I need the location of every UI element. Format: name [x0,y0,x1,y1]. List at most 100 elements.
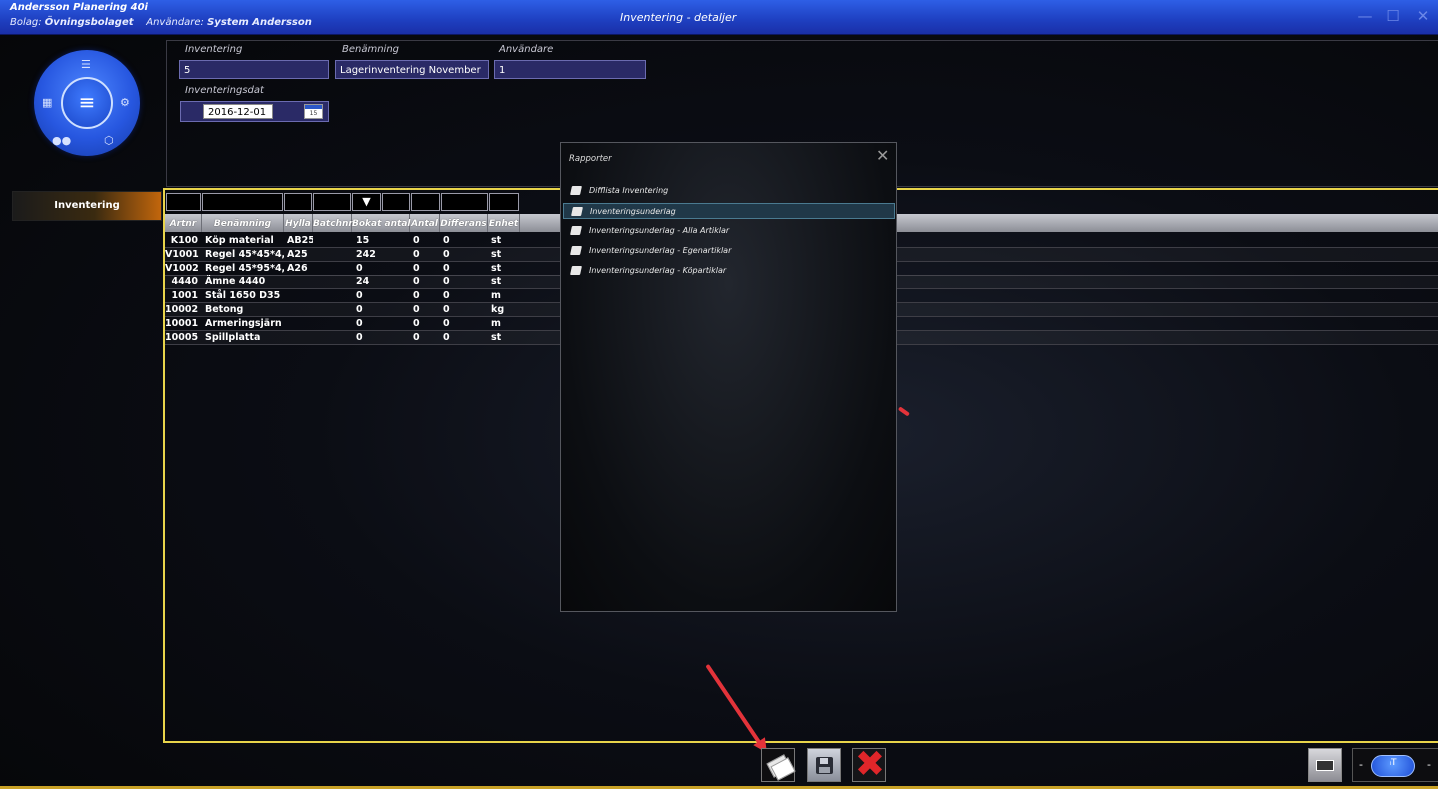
table-cell: st [491,248,502,260]
filter-artnr[interactable] [166,193,201,211]
zoom-minus[interactable]: - [1359,758,1363,771]
table-cell: st [491,235,502,246]
filter-bokat[interactable] [382,193,410,211]
filter-batchnr[interactable] [313,193,351,211]
table-cell [284,275,313,288]
report-item-label: Inventeringsunderlag [590,207,676,216]
table-cell [313,234,352,247]
filter-differans[interactable] [441,193,488,211]
table-cell: 10002 [165,304,199,315]
zoom-slider-handle[interactable]: ᵢT [1371,755,1415,777]
table-cell: K100 [170,235,198,246]
filter-antal[interactable] [411,193,440,211]
table-cell: 0 [356,331,363,343]
report-item[interactable]: Difflista Inventering [563,183,895,199]
col-benamning[interactable]: Benämning [202,214,284,232]
table-cell [313,262,352,275]
keyboard-button[interactable] [1308,748,1342,782]
report-item-label: Inventeringsunderlag - Köpartiklar [589,266,727,275]
package-icon[interactable]: ⬡ [104,134,114,147]
table-cell: Regel 45*95*4,5 [205,262,284,274]
report-item[interactable]: Inventeringsunderlag [563,203,895,219]
app-name: Andersson Planering 40i [10,2,148,13]
filter-hylla[interactable] [284,193,312,211]
filter-enhet[interactable] [489,193,519,211]
report-item[interactable]: Inventeringsunderlag - Alla Artiklar [563,223,895,239]
col-bokat-antal[interactable]: Bokat antal [352,214,410,232]
col-hylla[interactable]: Hylla [284,214,313,232]
table-cell: Spillplatta [205,331,261,343]
table-cell: 24 [356,276,370,288]
table-cell [313,248,352,261]
table-cell [284,303,313,316]
table-cell: 242 [356,248,376,260]
title-bar: Andersson Planering 40i Bolag: Övningsbo… [0,0,1438,35]
table-cell: st [491,262,502,274]
inventeringsdat-field: 2016-12-01 15 [180,101,329,122]
table-cell: 0 [443,248,450,260]
col-batchnr[interactable]: Batchnr [313,214,353,232]
table-cell: 0 [443,317,450,329]
window-title: Inventering - detaljer [620,11,737,24]
calculator-icon[interactable]: ▦ [42,96,52,109]
table-cell: 0 [413,331,420,343]
col-artnr[interactable]: Artnr [165,214,202,232]
settings-gears-icon[interactable]: ⚙ [120,96,130,109]
text-size-icon: ᵢT [1389,758,1397,768]
save-button[interactable] [807,748,841,782]
anvandare-label: Användare [499,44,554,55]
filter-benamning[interactable] [202,193,283,211]
minimize-icon[interactable]: — [1352,6,1378,26]
table-cell: 10001 [165,317,199,329]
table-cell: V1001 [165,248,199,260]
table-cell: Armeringsjärn [205,317,282,329]
date-input[interactable]: 2016-12-01 [203,104,273,119]
table-cell: 0 [356,290,363,302]
nav-item-inventering[interactable]: Inventering [12,191,162,221]
list-icon[interactable]: ☰ [81,58,91,71]
table-cell [313,331,352,344]
benamning-label: Benämning [342,44,400,55]
users-icon[interactable]: ●● [52,134,71,147]
app-window: Andersson Planering 40i Bolag: Övningsbo… [0,0,1438,789]
zoom-plus[interactable]: - [1427,758,1431,771]
popup-title: Rapporter [569,154,612,164]
inventeringsdat-label: Inventeringsdat [185,85,264,96]
keyboard-icon [1316,760,1334,771]
table-cell: Regel 45*45*4,5 [205,248,284,260]
table-cell: kg [491,304,505,315]
table-cell [313,289,352,302]
inventering-field[interactable]: 5 [179,60,329,79]
table-cell: V1002 [165,262,199,274]
table-cell: 0 [443,235,450,246]
filter-dropdown-icon[interactable]: ▼ [352,193,381,211]
close-icon[interactable]: ✕ [1410,6,1436,26]
table-cell: st [491,331,502,343]
table-cell: 0 [356,304,363,315]
table-cell: 0 [443,262,450,274]
main-menu-button[interactable]: ≡ [61,77,113,129]
report-icon [570,186,582,195]
report-item-label: Difflista Inventering [589,186,669,195]
table-cell: A25 [287,248,308,260]
table-cell: Betong [205,304,244,315]
report-icon [570,266,582,275]
cancel-button[interactable]: ✖ [852,745,886,785]
col-enhet[interactable]: Enhet [488,214,520,232]
table-cell: 0 [413,304,420,315]
report-item[interactable]: Inventeringsunderlag - Egenartiklar [563,243,895,259]
report-item[interactable]: Inventeringsunderlag - Köpartiklar [563,263,895,279]
anvandare-field[interactable]: 1 [494,60,646,79]
close-icon[interactable]: ✕ [876,148,889,164]
table-cell: AB25 [287,235,313,246]
col-antal[interactable]: Antal [410,214,440,232]
print-reports-button[interactable] [761,748,796,782]
col-differans[interactable]: Differans [440,214,488,232]
table-cell: 0 [443,304,450,315]
navigation-wheel[interactable]: ☰ ▦ ⚙ ●● ⬡ ≡ [34,50,140,156]
table-cell: 1001 [171,290,198,302]
calendar-icon[interactable]: 15 [304,104,323,119]
maximize-icon[interactable]: ☐ [1380,6,1406,26]
table-cell: 0 [356,317,363,329]
benamning-field[interactable]: Lagerinventering November [335,60,489,79]
